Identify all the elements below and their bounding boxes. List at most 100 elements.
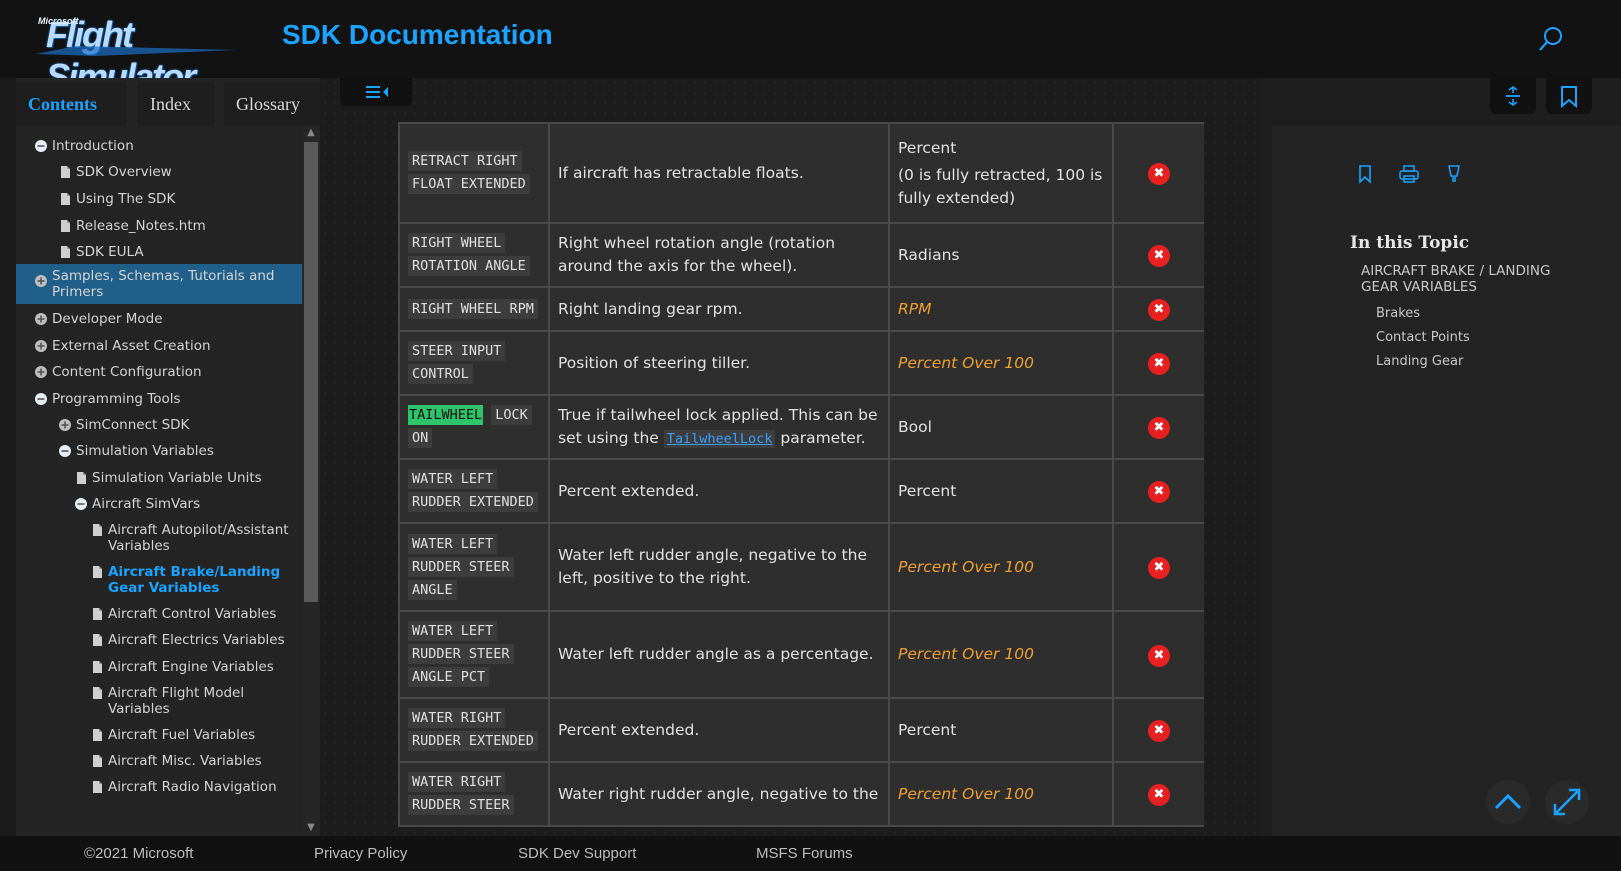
settable-cell: ✖ — [1112, 522, 1204, 612]
collapse-icon[interactable] — [58, 444, 72, 458]
toc-link-main[interactable]: AIRCRAFT BRAKE / LANDING GEAR VARIABLES — [1361, 263, 1581, 295]
units-link[interactable]: Percent Over 100 — [898, 785, 1034, 803]
scroll-to-top-button[interactable] — [1486, 780, 1530, 824]
toggle-sidebar-button[interactable] — [340, 78, 412, 106]
tree-item[interactable]: Aircraft Misc. Variables — [16, 753, 302, 769]
tree-item[interactable]: Samples, Schemas, Tutorials and Primers — [16, 264, 302, 304]
simvar-name-part: WATER RIGHT — [408, 772, 506, 792]
page-icon[interactable] — [58, 245, 72, 259]
tree-item[interactable]: Simulation Variable Units — [16, 470, 302, 486]
not-settable-icon: ✖ — [1148, 163, 1170, 185]
page-icon[interactable] — [90, 780, 104, 794]
expand-icon[interactable] — [34, 312, 48, 326]
simvar-units[interactable]: Percent Over 100 — [888, 330, 1114, 396]
tailwheellock-link[interactable]: TailwheelLock — [663, 430, 776, 448]
tree-item[interactable]: Aircraft Brake/Landing Gear Variables — [16, 564, 302, 596]
menu-collapse-icon — [366, 86, 388, 98]
units-link[interactable]: Percent Over 100 — [898, 645, 1034, 663]
tree-item-label: Aircraft Engine Variables — [108, 659, 274, 675]
simvar-units: Radians — [888, 222, 1114, 288]
site-title[interactable]: SDK Documentation — [282, 19, 553, 51]
tree-item[interactable]: Introduction — [16, 138, 302, 154]
tree-item[interactable]: SDK EULA — [16, 244, 302, 260]
tree-item-label: Aircraft Radio Navigation — [108, 779, 277, 795]
not-settable-icon: ✖ — [1148, 481, 1170, 503]
expand-icon[interactable] — [34, 339, 48, 353]
page-icon[interactable] — [90, 754, 104, 768]
toc-link-contact-points[interactable]: Contact Points — [1376, 330, 1470, 345]
simvar-units[interactable]: Percent Over 100 — [888, 610, 1114, 699]
bookmark-button[interactable] — [1546, 78, 1592, 114]
search-icon[interactable] — [1538, 26, 1564, 52]
page-icon[interactable] — [90, 728, 104, 742]
toc-link-brakes[interactable]: Brakes — [1376, 306, 1420, 321]
tree-item[interactable]: External Asset Creation — [16, 338, 302, 354]
simvar-units[interactable]: Percent Over 100 — [888, 522, 1114, 612]
page-icon[interactable] — [58, 165, 72, 179]
expand-icon[interactable] — [34, 274, 48, 288]
tree-item[interactable]: Aircraft SimVars — [16, 496, 302, 512]
units-link[interactable]: RPM — [898, 300, 932, 318]
privacy-policy-link[interactable]: Privacy Policy — [314, 845, 407, 862]
page-icon[interactable] — [90, 607, 104, 621]
tree-item[interactable]: SDK Overview — [16, 164, 302, 180]
page-icon[interactable] — [90, 660, 104, 674]
scroll-up-icon[interactable]: ▲ — [305, 127, 317, 139]
units-link[interactable]: Percent Over 100 — [898, 558, 1034, 576]
tree-scrollbar[interactable]: ▲ ▼ — [302, 126, 320, 836]
tab-glossary[interactable]: Glossary — [224, 82, 320, 126]
flight-simulator-logo[interactable]: Flight Simulator Microsoft — [36, 14, 246, 97]
simvar-name: WATER LEFT RUDDER STEER ANGLE — [408, 533, 540, 602]
simvar-name: RETRACT RIGHT FLOAT EXTENDED — [408, 150, 540, 196]
expand-icon[interactable] — [34, 365, 48, 379]
tree-item[interactable]: Using The SDK — [16, 191, 302, 207]
bookmark-icon[interactable] — [1356, 164, 1376, 184]
simvar-name-part: RUDDER STEER — [408, 795, 514, 815]
highlight-icon[interactable] — [1446, 164, 1462, 184]
page-icon[interactable] — [74, 471, 88, 485]
tree-item[interactable]: Aircraft Autopilot/Assistant Variables — [16, 522, 302, 554]
tree-item[interactable]: Release_Notes.htm — [16, 218, 302, 234]
msfs-forums-link[interactable]: MSFS Forums — [756, 845, 853, 862]
tree-item[interactable]: Programming Tools — [16, 391, 302, 407]
page-icon[interactable] — [58, 219, 72, 233]
tab-contents[interactable]: Contents — [16, 82, 126, 126]
simvar-name: WATER RIGHT RUDDER EXTENDED — [408, 707, 540, 753]
simvar-units[interactable]: Percent Over 100 — [888, 761, 1114, 827]
page-icon[interactable] — [90, 523, 104, 537]
toc-link-landing-gear[interactable]: Landing Gear — [1376, 354, 1463, 369]
simvar-description: Percent extended. — [548, 697, 890, 763]
tree-item[interactable]: Aircraft Radio Navigation — [16, 779, 302, 795]
tree-item[interactable]: Aircraft Flight Model Variables — [16, 685, 302, 717]
collapse-icon[interactable] — [74, 497, 88, 511]
units-link[interactable]: Percent Over 100 — [898, 354, 1034, 372]
simvar-units[interactable]: RPM — [888, 286, 1114, 332]
tab-index[interactable]: Index — [138, 82, 214, 126]
simvar-name-cell: STEER INPUT CONTROL — [398, 330, 550, 396]
collapse-icon[interactable] — [34, 139, 48, 153]
page-icon[interactable] — [90, 565, 104, 579]
sdk-dev-support-link[interactable]: SDK Dev Support — [518, 845, 636, 862]
fullscreen-button[interactable] — [1545, 780, 1589, 824]
tree-item[interactable]: Aircraft Engine Variables — [16, 659, 302, 675]
tree-item[interactable]: SimConnect SDK — [16, 417, 302, 433]
tree-item[interactable]: Aircraft Control Variables — [16, 606, 302, 622]
print-icon[interactable] — [1398, 164, 1420, 184]
expand-collapse-button[interactable] — [1490, 78, 1536, 114]
simvar-description: Right landing gear rpm. — [548, 286, 890, 332]
tree-item[interactable]: Developer Mode — [16, 311, 302, 327]
page-icon[interactable] — [58, 192, 72, 206]
tree-item[interactable]: Aircraft Fuel Variables — [16, 727, 302, 743]
scroll-down-icon[interactable]: ▼ — [305, 822, 317, 834]
expand-icon[interactable] — [58, 418, 72, 432]
collapse-icon[interactable] — [34, 392, 48, 406]
page-icon[interactable] — [90, 633, 104, 647]
tree-item-label: Samples, Schemas, Tutorials and Primers — [52, 268, 275, 300]
tree-item-label: Aircraft SimVars — [92, 496, 201, 512]
main-content: RETRACT RIGHT FLOAT EXTENDED If aircraft h… — [320, 78, 1260, 836]
tree-item[interactable]: Content Configuration — [16, 364, 302, 380]
tree-item[interactable]: Aircraft Electrics Variables — [16, 632, 302, 648]
scroll-thumb[interactable] — [304, 142, 318, 602]
page-icon[interactable] — [90, 686, 104, 700]
tree-item[interactable]: Simulation Variables — [16, 443, 302, 459]
